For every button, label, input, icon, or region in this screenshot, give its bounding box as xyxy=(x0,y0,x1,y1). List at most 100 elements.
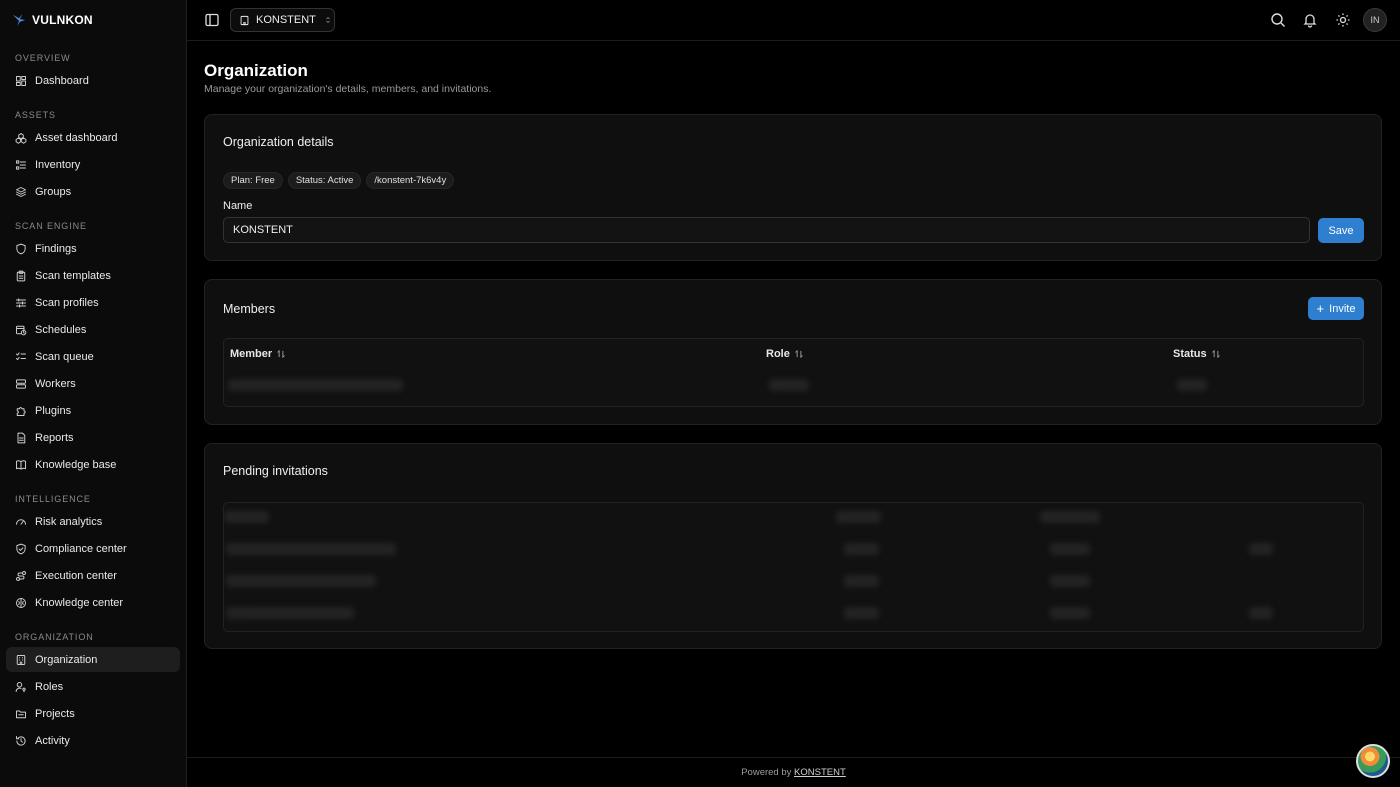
sort-icon xyxy=(277,349,285,359)
sun-icon[interactable] xyxy=(1335,12,1351,28)
members-table: Member Role Status xyxy=(223,338,1364,407)
redacted-header-cell xyxy=(224,511,269,523)
sidebar-item-label: Scan templates xyxy=(35,269,111,282)
sidebar-item-knowledge-center[interactable]: Knowledge center xyxy=(6,590,180,615)
sidebar-item-label: Knowledge base xyxy=(35,458,117,471)
folder-icon xyxy=(15,708,27,720)
sidebar-item-label: Findings xyxy=(35,242,77,255)
sidebar-section-label: INTELLIGENCE xyxy=(15,494,91,504)
route-icon xyxy=(15,570,27,582)
pending-invitations-card: Pending invitations xyxy=(204,443,1382,649)
sidebar-item-label: Workers xyxy=(35,377,76,390)
sidebar-nav: OVERVIEW Dashboard ASSETS Asset dashboard In… xyxy=(0,50,186,753)
invite-button[interactable]: + Invite xyxy=(1308,297,1364,320)
sidebar-item-execution-center[interactable]: Execution center xyxy=(6,563,180,588)
sidebar-item-label: Execution center xyxy=(35,569,117,582)
invite-label: Invite xyxy=(1329,302,1356,315)
sidebar-item-scan-queue[interactable]: Scan queue xyxy=(6,344,180,369)
organization-badges: Plan: Free Status: Active /konstent-7k6v… xyxy=(223,172,455,189)
save-button[interactable]: Save xyxy=(1318,218,1364,243)
server-icon xyxy=(15,378,27,390)
redacted-row-cell xyxy=(1050,543,1090,555)
shield-icon xyxy=(15,243,27,255)
redacted-row-cell xyxy=(1050,607,1090,619)
user-avatar[interactable]: IN xyxy=(1363,8,1387,32)
user-key-icon xyxy=(15,681,27,693)
sort-icon xyxy=(1211,349,1220,359)
sidebar-item-knowledge-base[interactable]: Knowledge base xyxy=(6,452,180,477)
sidebar-item-label: Scan queue xyxy=(35,350,94,363)
sidebar-toggle-icon[interactable] xyxy=(204,12,220,28)
layers-icon xyxy=(15,186,27,198)
sliders-icon xyxy=(15,297,27,309)
sidebar-item-organization[interactable]: Organization xyxy=(6,647,180,672)
sidebar-item-label: Projects xyxy=(35,707,75,720)
sidebar-section-label: OVERVIEW xyxy=(15,53,71,63)
plus-icon: + xyxy=(1316,301,1325,316)
sidebar-item-findings[interactable]: Findings xyxy=(6,236,180,261)
list-icon xyxy=(15,159,27,171)
sidebar-item-groups[interactable]: Groups xyxy=(6,179,180,204)
sidebar-item-label: Knowledge center xyxy=(35,596,124,609)
sidebar-item-label: Dashboard xyxy=(35,74,89,87)
sidebar-item-roles[interactable]: Roles xyxy=(6,674,180,699)
sidebar-item-risk-analytics[interactable]: Risk analytics xyxy=(6,509,180,534)
boxes-icon xyxy=(15,132,27,144)
sidebar-section-label: ORGANIZATION xyxy=(15,632,94,642)
footer-link[interactable]: KONSTENT xyxy=(794,767,846,778)
redacted-row-cell xyxy=(1249,543,1273,555)
sidebar-item-scan-templates[interactable]: Scan templates xyxy=(6,263,180,288)
top-bar: KONSTENT IN xyxy=(187,0,1400,41)
redacted-row-cell xyxy=(226,607,354,619)
sidebar-item-dashboard[interactable]: Dashboard xyxy=(6,68,180,93)
plan-badge: Plan: Free xyxy=(223,172,283,189)
brand[interactable]: VULNKON xyxy=(0,0,186,40)
redacted-header-cell xyxy=(1040,511,1100,523)
sidebar-item-label: Groups xyxy=(35,185,72,198)
organization-details-card: Organization details Plan: Free Status: … xyxy=(204,114,1382,261)
redacted-status-cell xyxy=(1177,379,1207,391)
sidebar-item-label: Scan profiles xyxy=(35,296,99,309)
sidebar-item-inventory[interactable]: Inventory xyxy=(6,152,180,177)
column-header-status[interactable]: Status xyxy=(1173,348,1221,360)
redacted-row-cell xyxy=(226,575,376,587)
sidebar-item-label: Reports xyxy=(35,431,74,444)
org-switcher[interactable]: KONSTENT xyxy=(230,8,335,32)
sidebar-item-schedules[interactable]: Schedules xyxy=(6,317,180,342)
column-header-label: Member xyxy=(230,348,273,360)
building-icon xyxy=(15,654,27,666)
organization-name-input[interactable] xyxy=(223,217,1310,243)
page-title: Organization xyxy=(204,61,308,80)
sidebar-item-reports[interactable]: Reports xyxy=(6,425,180,450)
calendar-clock-icon xyxy=(15,324,27,336)
page-subtitle: Manage your organization's details, memb… xyxy=(204,83,492,95)
column-header-role[interactable]: Role xyxy=(766,348,804,360)
floating-assistant-avatar[interactable] xyxy=(1356,744,1390,778)
redacted-row-cell xyxy=(844,607,879,619)
sidebar-item-label: Plugins xyxy=(35,404,72,417)
brain-icon xyxy=(15,597,27,609)
sidebar-section-label: SCAN ENGINE xyxy=(15,221,87,231)
redacted-row-cell xyxy=(844,575,879,587)
sidebar-item-plugins[interactable]: Plugins xyxy=(6,398,180,423)
bell-icon[interactable] xyxy=(1302,12,1318,28)
slug-badge: /konstent-7k6v4y xyxy=(366,172,455,189)
sidebar-item-label: Compliance center xyxy=(35,542,127,555)
sidebar-item-projects[interactable]: Projects xyxy=(6,701,180,726)
chevrons-up-down-icon xyxy=(326,17,330,23)
organization-details-title: Organization details xyxy=(223,135,334,149)
sidebar-item-asset-dashboard[interactable]: Asset dashboard xyxy=(6,125,180,150)
redacted-role-cell xyxy=(769,379,809,391)
puzzle-icon xyxy=(15,405,27,417)
sidebar-item-workers[interactable]: Workers xyxy=(6,371,180,396)
org-switcher-label: KONSTENT xyxy=(256,14,316,26)
status-badge: Status: Active xyxy=(287,172,362,189)
sidebar-item-scan-profiles[interactable]: Scan profiles xyxy=(6,290,180,315)
column-header-member[interactable]: Member xyxy=(230,348,286,360)
sidebar-item-label: Schedules xyxy=(35,323,87,336)
sidebar-item-compliance-center[interactable]: Compliance center xyxy=(6,536,180,561)
sidebar-item-activity[interactable]: Activity xyxy=(6,728,180,753)
search-icon[interactable] xyxy=(1270,12,1286,28)
book-icon xyxy=(15,459,27,471)
clipboard-icon xyxy=(15,270,27,282)
